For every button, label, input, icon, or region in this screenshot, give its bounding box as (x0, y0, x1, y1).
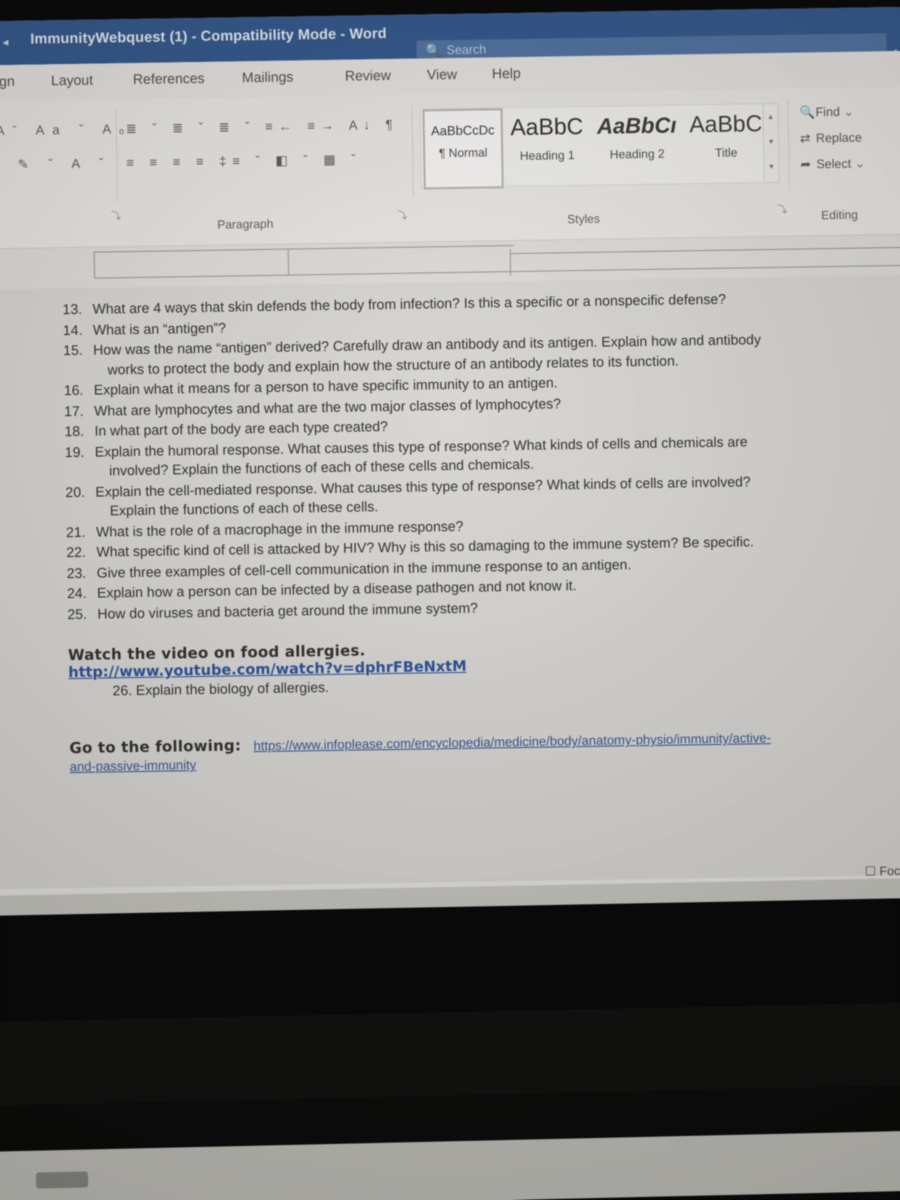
cursor-arrow-icon: ➦ (800, 157, 812, 172)
select-button[interactable]: ➦ Select ⌄ (800, 155, 900, 183)
style-item-title[interactable]: AaBbC Title (682, 104, 769, 181)
replace-label: Replace (815, 130, 862, 146)
tab-view[interactable]: View (427, 66, 457, 82)
style-preview: AaBbC (689, 110, 763, 138)
styles-gallery-scroller[interactable]: ▴ ▾ ▾ (762, 102, 780, 184)
find-label: Find (815, 104, 841, 120)
style-preview: AaBbC (510, 112, 584, 141)
style-item-heading-2[interactable]: AaBbCı Heading 2 (592, 105, 681, 182)
photo-of-laptop-screen: ◂ ImmunityWebquest (1) - Compatibility M… (0, 0, 900, 1200)
search-icon: 🔍 (799, 105, 816, 120)
question-list: 13. What are 4 ways that skin defends th… (62, 288, 867, 625)
font-group-row-1[interactable]: Aˉ Aa ˇ Aₒ (0, 121, 132, 138)
editing-group-label: Editing (821, 207, 859, 223)
paragraph-dialog-launcher[interactable]: ⤵ (397, 207, 407, 222)
goto-section: Go to the following: https://www.infople… (69, 727, 869, 777)
laptop-foot (35, 1171, 89, 1189)
chevron-left-icon[interactable]: ◂ (2, 35, 8, 49)
find-button[interactable]: 🔍Find ⌄ (799, 103, 899, 131)
focus-label: Focus (879, 863, 900, 879)
question-number: 23. (66, 564, 87, 581)
styles-gallery: AaBbCcDc ¶ Normal AaBbC Heading 1 AaBbCı… (419, 102, 773, 190)
style-preview: AaBbCcDc (430, 122, 495, 139)
video-section: Watch the video on food allergies. http:… (68, 634, 869, 700)
select-label: Select (816, 156, 852, 172)
styles-scroll-down-icon[interactable]: ▾ (764, 129, 778, 154)
style-item-heading-1[interactable]: AaBbC Heading 1 (502, 107, 591, 184)
search-icon: 🔍 (425, 43, 442, 59)
question-number: 21. (65, 523, 86, 540)
question-number: 17. (64, 402, 84, 419)
styles-dialog-launcher[interactable]: ⤵ (777, 201, 787, 216)
question-number: 13. (62, 300, 83, 318)
font-group-row-2[interactable]: ╱ ✎ ˇ A ˇ (0, 155, 111, 173)
style-name: Title (714, 145, 738, 160)
tab-references[interactable]: References (133, 70, 205, 87)
table-line (509, 246, 900, 255)
table-line (287, 248, 290, 275)
paragraph-group-row-1[interactable]: ≣ ˇ ≣ ˇ ≣ ˇ ≡← ≡→ A↓ ¶ (126, 117, 399, 137)
document-page[interactable]: 13. What are 4 ways that skin defends th… (0, 274, 900, 890)
style-name: Heading 1 (519, 148, 575, 163)
group-divider (411, 104, 414, 197)
tab-mailings[interactable]: Mailings (242, 68, 294, 85)
focus-mode-icon: ☐ (864, 864, 877, 879)
styles-group-label: Styles (567, 211, 601, 227)
tab-layout[interactable]: Layout (51, 72, 93, 89)
style-name: ¶ Normal (438, 145, 488, 161)
focus-mode-button[interactable]: ☐ Focus (865, 863, 900, 879)
infoplease-link-continued[interactable]: and-passive-immunity (70, 757, 197, 774)
table-line (93, 245, 514, 253)
replace-icon: ⇄ (799, 131, 811, 146)
editing-group: 🔍Find ⌄ ⇄ Replace ➦ Select ⌄ (799, 103, 900, 183)
question-number: 19. (64, 443, 85, 460)
group-divider (787, 98, 790, 191)
question-number: 15. (63, 341, 83, 359)
question-number: 25. (67, 605, 87, 622)
tab-review[interactable]: Review (345, 67, 391, 84)
question-number: 16. (63, 381, 84, 399)
document-body[interactable]: 13. What are 4 ways that skin defends th… (62, 288, 869, 777)
ribbon: Aˉ Aa ˇ Aₒ ╱ ✎ ˇ A ˇ ⤵ ≣ ˇ ≣ ˇ ≣ ˇ ≡← ≡→… (0, 86, 900, 250)
video-heading: Watch the video on food allergies. (67, 641, 366, 665)
font-dialog-launcher[interactable]: ⤵ (111, 207, 121, 222)
tab-design[interactable]: sign (0, 73, 15, 89)
paragraph-group-row-2[interactable]: ≡ ≡ ≡ ≡ ‡≡ ˇ ◧ ˇ ▦ ˇ (126, 151, 361, 171)
question-number: 14. (62, 321, 83, 338)
question-number: 18. (64, 422, 85, 440)
style-preview: AaBbCı (596, 112, 677, 139)
question-number: 22. (66, 543, 86, 561)
tab-help[interactable]: Help (492, 65, 521, 81)
style-item-normal[interactable]: AaBbCcDc ¶ Normal (422, 108, 504, 190)
paragraph-group-label: Paragraph (217, 216, 274, 232)
table-line (93, 251, 96, 278)
search-placeholder: Search (446, 42, 487, 58)
question-number: 24. (66, 584, 87, 602)
laptop-screen: ◂ ImmunityWebquest (1) - Compatibility M… (0, 6, 900, 937)
styles-more-icon[interactable]: ▾ (764, 154, 778, 179)
window-title: ImmunityWebquest (1) - Compatibility Mod… (30, 26, 387, 48)
styles-scroll-up-icon[interactable]: ▴ (763, 104, 777, 129)
question-number: 20. (65, 483, 86, 500)
goto-heading: Go to the following: (69, 736, 242, 758)
style-name: Heading 2 (609, 146, 665, 162)
replace-button[interactable]: ⇄ Replace (800, 129, 900, 157)
